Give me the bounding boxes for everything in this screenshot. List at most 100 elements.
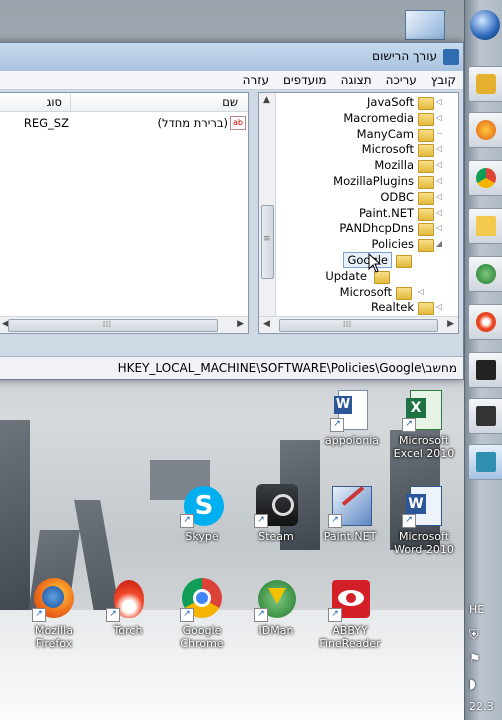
tree-item[interactable]: ◁ Realtek bbox=[259, 300, 442, 316]
expand-arrow-icon[interactable]: ◁ bbox=[436, 97, 442, 106]
folder-icon bbox=[418, 302, 434, 316]
registry-value-list[interactable]: שם סוג ab (ברירת מחדל) REG_SZ ◀ ⁞⁞⁞ ▶ bbox=[0, 92, 249, 334]
taskbar-item-torch[interactable] bbox=[468, 304, 502, 340]
folder-icon bbox=[418, 175, 434, 189]
desktop-icon-steam[interactable]: ↗ Steam bbox=[240, 484, 312, 543]
column-name-header[interactable]: שם bbox=[222, 95, 238, 109]
tree-item[interactable]: ◁ Macromedia bbox=[259, 111, 442, 127]
tree-item[interactable]: ┈ ManyCam bbox=[259, 127, 442, 143]
tree-horizontal-scrollbar[interactable]: ◀ ⁞⁞⁞ ▶ bbox=[259, 316, 458, 333]
tree-item[interactable]: ◁ MozillaPlugins bbox=[259, 174, 442, 190]
skype-icon: S ↗ bbox=[180, 484, 224, 528]
tree-vertical-scrollbar[interactable]: ▲ ≡ bbox=[259, 93, 276, 317]
tree-rows: ◁ JavaSoft ◁ Macromedia ┈ ManyCam ◁ Microsof… bbox=[259, 95, 442, 332]
expand-arrow-icon[interactable]: ◁ bbox=[436, 176, 442, 185]
expand-arrow-icon[interactable]: ◁ bbox=[436, 192, 442, 201]
expand-arrow-icon[interactable]: ◁ bbox=[436, 302, 442, 311]
tree-item[interactable]: ◁ Microsoft bbox=[259, 285, 440, 301]
window-thumbnail-icon bbox=[405, 10, 445, 40]
scroll-left-icon[interactable]: ◀ bbox=[263, 319, 270, 329]
expand-arrow-icon[interactable]: ◁ bbox=[436, 144, 442, 153]
scroll-up-icon[interactable]: ▲ bbox=[263, 95, 270, 105]
taskbar-item-explorer[interactable] bbox=[468, 208, 502, 244]
menu-favorites[interactable]: מועדפים bbox=[276, 71, 334, 89]
collapse-arrow-icon[interactable]: ◢ bbox=[436, 239, 442, 248]
taskbar-item-chrome[interactable] bbox=[468, 160, 502, 196]
scroll-right-icon[interactable]: ▶ bbox=[237, 319, 244, 329]
expand-arrow-icon[interactable]: ◁ bbox=[436, 223, 442, 232]
language-indicator[interactable]: HE bbox=[469, 603, 484, 616]
desktop-icon-firefox[interactable]: ↗ Mozilla Firefox bbox=[18, 578, 90, 650]
tree-item-label: Update bbox=[325, 268, 367, 283]
desktop-icon-idman[interactable]: ↗ IDMan bbox=[240, 578, 312, 637]
volume-icon[interactable]: ◗ bbox=[469, 677, 476, 692]
chrome-icon bbox=[476, 168, 496, 188]
network-icon[interactable]: ⛨ bbox=[469, 628, 479, 643]
tree-item-selected[interactable]: Google bbox=[259, 251, 440, 269]
menu-edit[interactable]: עריכה bbox=[379, 71, 424, 89]
tree-item[interactable]: ◁ JavaSoft bbox=[259, 95, 442, 111]
folder-icon bbox=[396, 286, 412, 300]
scroll-right-icon[interactable]: ▶ bbox=[447, 319, 454, 329]
column-type-header[interactable]: סוג bbox=[47, 95, 62, 109]
desktop-icon-appolonia[interactable]: W ↗ appolonia bbox=[316, 388, 388, 447]
menu-file[interactable]: קובץ bbox=[424, 71, 463, 89]
tree-item[interactable]: ◁ Mozilla bbox=[259, 158, 442, 174]
menu-view[interactable]: תצוגה bbox=[334, 71, 379, 89]
expand-arrow-icon[interactable]: ◁ bbox=[436, 208, 442, 217]
list-hscroll-thumb[interactable]: ⁞⁞⁞ bbox=[8, 319, 218, 332]
tree-item-label: Policies bbox=[371, 237, 414, 252]
tree-hscroll-thumb[interactable]: ⁞⁞⁞ bbox=[279, 319, 438, 332]
tree-item[interactable]: Update bbox=[259, 269, 440, 285]
folder-icon bbox=[418, 128, 434, 142]
tree-item-label: Microsoft bbox=[339, 284, 392, 299]
taskbar-item-idm[interactable] bbox=[468, 256, 502, 292]
tree-item[interactable]: ◁ Paint.NET bbox=[259, 205, 442, 222]
expand-arrow-icon[interactable]: ◁ bbox=[436, 160, 442, 169]
tree-item[interactable]: ◢ Policies bbox=[259, 237, 442, 253]
torch-icon bbox=[476, 312, 496, 332]
word-doc-icon: W ↗ bbox=[330, 388, 374, 432]
desktop-icon-word[interactable]: W ↗ Microsoft Word 2010 bbox=[388, 484, 460, 556]
tree-scroll-thumb[interactable]: ≡ bbox=[261, 205, 274, 279]
clock[interactable]: 22:3 bbox=[469, 700, 494, 713]
taskbar-item-1[interactable] bbox=[468, 66, 502, 102]
tree-item[interactable]: ◁ PAND‍hcpDns bbox=[259, 221, 442, 237]
list-header: שם סוג bbox=[0, 93, 248, 112]
taskbar-item-terminal[interactable] bbox=[468, 398, 502, 434]
value-type: REG_SZ bbox=[23, 116, 69, 130]
action-center-icon[interactable]: ⚑ bbox=[469, 652, 481, 667]
taskbar-item-firefox[interactable] bbox=[468, 112, 502, 148]
word-icon: W ↗ bbox=[402, 484, 446, 528]
start-orb-icon[interactable] bbox=[470, 10, 500, 40]
desktop-icon-excel[interactable]: X ↗ Microsoft Excel 2010 bbox=[388, 388, 460, 460]
folder-icon bbox=[418, 160, 434, 174]
desktop-icon-paintnet[interactable]: ↗ Paint.NET bbox=[314, 484, 386, 543]
steam-icon: ↗ bbox=[254, 484, 298, 528]
folder-icon bbox=[418, 97, 434, 110]
tree-item-label: Microsoft bbox=[361, 142, 414, 157]
expand-arrow-icon[interactable]: ◁ bbox=[436, 113, 442, 122]
tree-item[interactable]: ◁ ODBC bbox=[259, 190, 442, 206]
tree-item[interactable]: ◁ Microsoft bbox=[259, 142, 442, 158]
tree-line-icon: ┈ bbox=[437, 128, 442, 138]
terminal-icon bbox=[476, 406, 496, 426]
tree-item-label: Paint.NET bbox=[358, 205, 414, 220]
list-row[interactable]: ab (ברירת מחדל) REG_SZ bbox=[0, 115, 248, 131]
menu-bar: קובץ עריכה תצוגה מועדפים עזרה bbox=[0, 71, 463, 90]
registry-key-tree[interactable]: ◁ JavaSoft ◁ Macromedia ┈ ManyCam ◁ Microsof… bbox=[258, 92, 459, 334]
tree-item-label: Mozilla bbox=[374, 158, 414, 173]
desktop-icon-abbyy[interactable]: ↗ ABBYY FineReader bbox=[314, 578, 386, 650]
expand-arrow-icon[interactable]: ◁ bbox=[418, 287, 424, 296]
menu-help[interactable]: עזרה bbox=[236, 71, 276, 89]
desktop-icon-torch[interactable]: ↗ Torch bbox=[92, 578, 164, 637]
titlebar[interactable]: עורך הרישום bbox=[0, 43, 463, 71]
cmd-icon bbox=[476, 360, 496, 380]
list-horizontal-scrollbar[interactable]: ◀ ⁞⁞⁞ ▶ bbox=[0, 316, 248, 333]
taskbar: HE ⛨ ⚑ ◗ 22:3 bbox=[464, 0, 502, 720]
taskbar-item-cmd[interactable] bbox=[468, 352, 502, 388]
taskbar-item-regedit[interactable] bbox=[468, 444, 502, 480]
desktop-icon-skype[interactable]: S ↗ Skype bbox=[166, 484, 238, 543]
desktop-icon-chrome[interactable]: ↗ Google Chrome bbox=[166, 578, 238, 650]
excel-icon: X ↗ bbox=[402, 388, 446, 432]
